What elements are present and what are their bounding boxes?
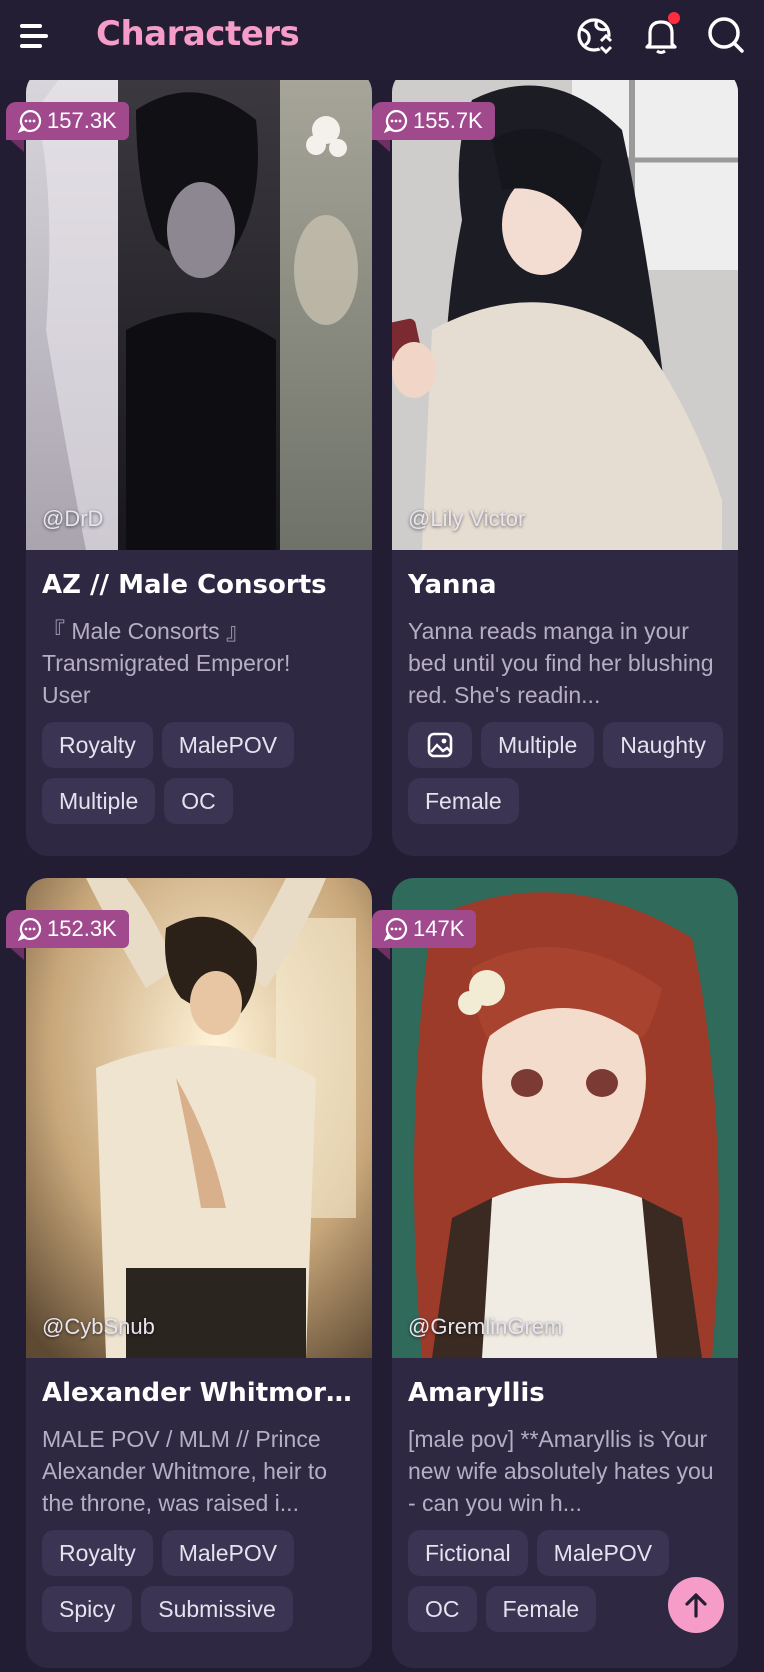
tag-chip[interactable]: Submissive [141,1586,293,1632]
character-description: 『 Male Consorts 』 Transmigrated Emperor!… [42,618,291,708]
character-image: @CybSnub [26,878,372,1358]
character-image: @DrD [26,70,372,550]
tag-chip[interactable]: OC [408,1586,477,1632]
badge-ribbon-tail [374,946,390,960]
tag-chip[interactable]: MalePOV [536,1530,670,1576]
tag-chip[interactable]: Naughty [603,722,723,768]
character-image: @Lily Victor [392,70,738,551]
tag-chip[interactable]: MalePOV [161,1530,295,1576]
character-image: @GremlinGrem [392,878,738,1358]
arrow-up-icon [685,1593,707,1618]
chat-count: 147K [413,916,465,941]
chat-count-badge: 155.7K [372,102,495,140]
author-handle[interactable]: @CybSnub [42,1314,155,1340]
chat-bubble-icon [18,109,42,133]
character-description: [male pov] **Amaryllis is Your new wife … [408,1426,714,1516]
author-handle[interactable]: @GremlinGrem [408,1314,562,1340]
top-bar: Characters [0,0,764,80]
character-card[interactable]: @CybSnub Alexander Whitmore ||... MALE P… [26,878,372,1668]
tag-chip[interactable]: MalePOV [161,722,295,768]
globe-language-icon[interactable] [575,14,617,56]
tag-chip[interactable]: Multiple [481,722,595,768]
chat-count: 157.3K [47,108,117,133]
notification-dot [668,12,680,24]
badge-ribbon-tail [8,946,24,960]
chat-bubble-icon [384,109,408,133]
character-name: Amaryllis [408,1378,545,1408]
chat-count-badge: 147K [372,910,477,948]
page-title: Characters [96,14,300,54]
tag-list: Royalty MalePOV Spicy Submissive [42,1530,372,1632]
scroll-to-top-button[interactable] [668,1577,724,1633]
chat-count: 155.7K [413,108,483,133]
tag-list: Royalty MalePOV Multiple OC [42,722,372,824]
author-handle[interactable]: @Lily Victor [408,506,525,532]
tag-chip[interactable]: Multiple [42,778,156,824]
badge-ribbon-tail [374,138,390,152]
character-name: Yanna [408,570,497,600]
chat-bubble-icon [18,917,42,941]
menu-icon[interactable] [20,22,52,50]
character-name: Alexander Whitmore ||... [42,1378,360,1408]
character-card[interactable]: @Lily Victor Yanna Yanna reads manga in … [392,70,738,856]
search-icon[interactable] [705,14,747,56]
tag-chip[interactable]: Female [485,1586,597,1632]
image-icon [427,732,453,758]
image-tag[interactable] [408,722,472,768]
chat-count-badge: 157.3K [6,102,129,140]
author-handle[interactable]: @DrD [42,506,103,532]
character-card[interactable]: @DrD AZ // Male Consorts 『 Male Consorts… [26,70,372,856]
character-card[interactable]: @GremlinGrem Amaryllis [male pov] **Amar… [392,878,738,1668]
character-description: MALE POV / MLM // Prince Alexander Whitm… [42,1426,328,1516]
tag-list: Multiple Naughty Female [408,722,738,824]
tag-chip[interactable]: Spicy [42,1586,133,1632]
tag-chip[interactable]: Royalty [42,722,153,768]
tag-chip[interactable]: Fictional [408,1530,528,1576]
character-description: Yanna reads manga in your bed until you … [408,618,714,708]
character-name: AZ // Male Consorts [42,570,327,600]
chat-count-badge: 152.3K [6,910,129,948]
badge-ribbon-tail [8,138,24,152]
tag-chip[interactable]: OC [164,778,233,824]
tag-chip[interactable]: Female [408,778,519,824]
chat-count: 152.3K [47,916,117,941]
tag-chip[interactable]: Royalty [42,1530,153,1576]
chat-bubble-icon [384,917,408,941]
